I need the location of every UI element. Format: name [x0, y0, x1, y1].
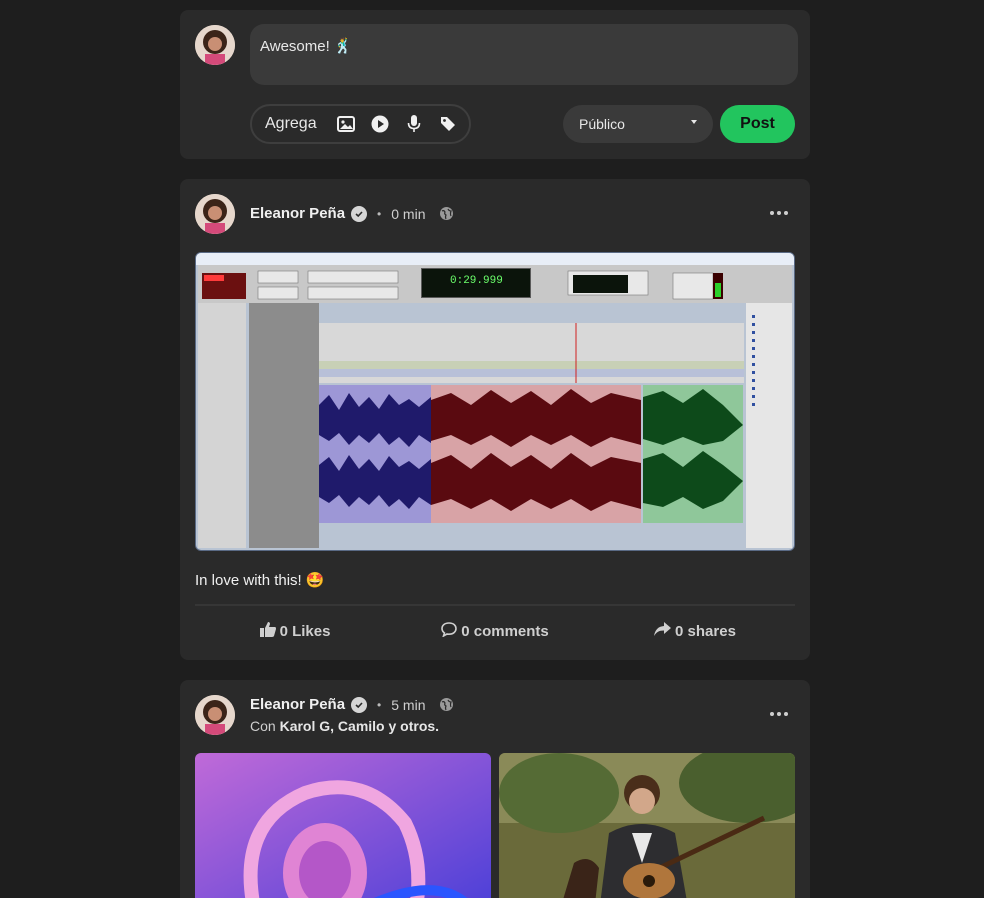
post-time: 5 min	[391, 696, 426, 713]
verified-icon	[351, 205, 368, 222]
privacy-value: Público	[579, 116, 625, 132]
post-card: Eleanor Peña • 0 min 0:29.999 In love wi…	[180, 179, 810, 660]
audio-clip-red	[431, 385, 641, 523]
audio-clip-purple	[319, 385, 431, 523]
tag-icon[interactable]	[437, 113, 459, 135]
post-photo-headphones[interactable]	[195, 753, 491, 898]
separator-dot: •	[377, 697, 382, 712]
comment-icon	[441, 621, 458, 641]
add-media-bar: Agrega	[250, 104, 471, 144]
daw-titlebar	[196, 253, 794, 265]
more-options-icon[interactable]	[770, 211, 788, 215]
tagged-people: Con Karol G, Camilo y otros.	[250, 718, 439, 734]
share-button[interactable]: 0 shares	[595, 617, 795, 645]
more-options-icon[interactable]	[770, 712, 788, 716]
composer-input[interactable]: Awesome! 🕺	[250, 24, 798, 85]
tagged-names[interactable]: Karol G, Camilo y otros.	[280, 718, 439, 734]
chevron-down-icon	[691, 120, 697, 124]
globe-icon	[439, 206, 454, 221]
author-name[interactable]: Eleanor Peña	[250, 696, 345, 713]
microphone-icon[interactable]	[403, 113, 425, 135]
verified-icon	[351, 696, 368, 713]
image-icon[interactable]	[335, 113, 357, 135]
post-composer: Awesome! 🕺 Agrega Público Post	[180, 10, 810, 159]
share-icon	[654, 621, 672, 641]
separator-dot: •	[377, 206, 382, 221]
post-card: Eleanor Peña • 5 min Con Karol G, Camilo…	[180, 680, 810, 898]
author-line: Eleanor Peña • 5 min	[250, 696, 454, 713]
avatar[interactable]	[195, 194, 235, 234]
with-prefix: Con	[250, 718, 276, 734]
play-icon[interactable]	[369, 113, 391, 135]
avatar[interactable]	[195, 695, 235, 735]
like-button[interactable]: 0 Likes	[195, 617, 395, 645]
privacy-select[interactable]: Público	[563, 105, 713, 143]
divider	[195, 604, 795, 606]
daw-track-header	[249, 303, 319, 548]
post-text: In love with this! 🤩	[195, 572, 325, 589]
audio-clip-green	[643, 385, 743, 523]
comments-count: 0 comments	[461, 622, 549, 640]
post-button[interactable]: Post	[720, 105, 795, 143]
daw-tracks-panel	[198, 303, 246, 548]
post-photo-guitarist[interactable]	[499, 753, 795, 898]
daw-rulers	[319, 323, 744, 383]
author-name[interactable]: Eleanor Peña	[250, 205, 345, 222]
daw-clips-panel	[746, 303, 792, 548]
comment-button[interactable]: 0 comments	[395, 617, 595, 645]
avatar[interactable]	[195, 25, 235, 65]
post-time: 0 min	[391, 205, 426, 222]
shares-count: 0 shares	[675, 622, 736, 640]
globe-icon	[439, 697, 454, 712]
post-actions: 0 Likes 0 comments 0 shares	[195, 617, 795, 645]
likes-count: 0 Likes	[279, 622, 331, 640]
author-line: Eleanor Peña • 0 min	[250, 205, 454, 222]
thumbs-up-icon	[259, 621, 276, 641]
add-label: Agrega	[265, 115, 317, 132]
post-image[interactable]: 0:29.999	[195, 252, 795, 551]
daw-counter: 0:29.999	[421, 268, 531, 298]
